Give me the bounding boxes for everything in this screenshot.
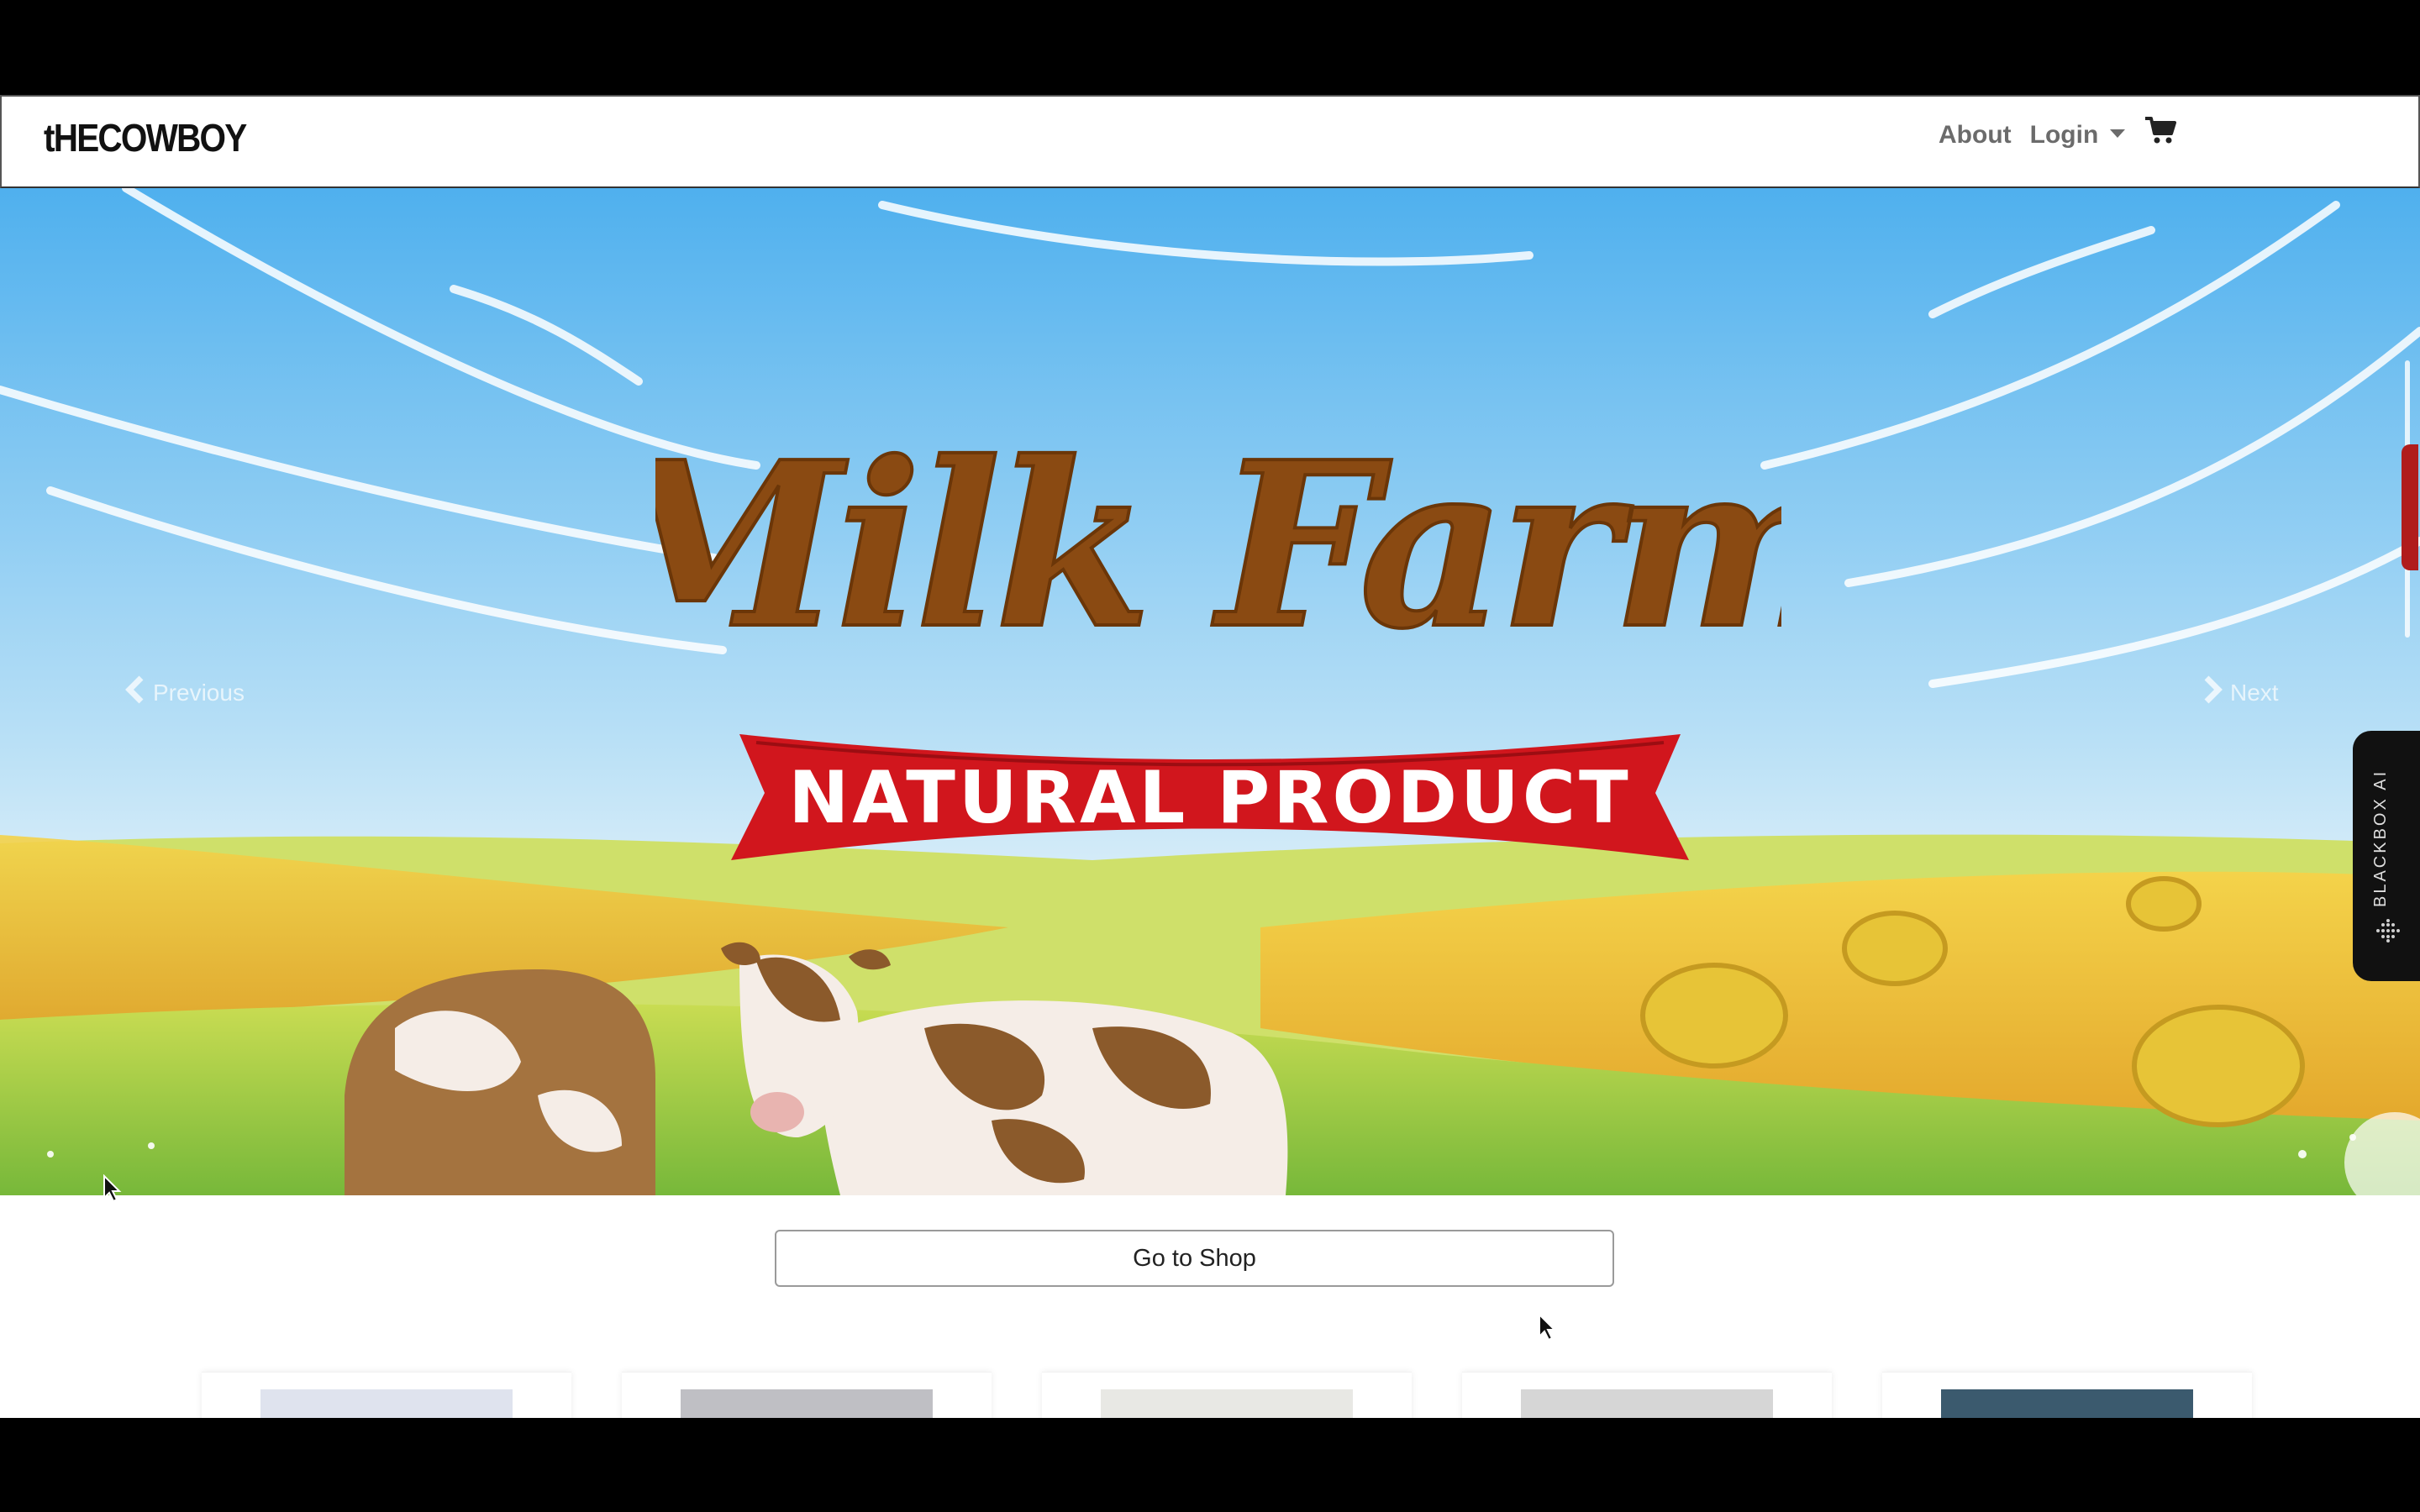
nav-login-dropdown[interactable]: Login bbox=[2030, 121, 2126, 150]
product-card[interactable] bbox=[1882, 1372, 2252, 1418]
mouse-cursor-icon bbox=[103, 1174, 122, 1203]
hero-title: Milk Farm bbox=[582, 398, 1854, 701]
product-card[interactable] bbox=[622, 1372, 992, 1418]
go-to-shop-button[interactable]: Go to Shop bbox=[775, 1230, 1614, 1287]
nav-about-link[interactable]: About bbox=[1939, 121, 2012, 150]
scroll-thumb[interactable] bbox=[2402, 444, 2418, 570]
product-card[interactable] bbox=[1042, 1372, 1412, 1418]
letterbox-bottom bbox=[0, 1418, 2420, 1512]
product-card-list bbox=[202, 1372, 2252, 1418]
hero-title-text: Milk Farm bbox=[655, 412, 1781, 679]
chevron-left-icon bbox=[124, 675, 146, 710]
navbar: tHECOWBOY About Login bbox=[0, 95, 2420, 188]
carousel-next-button[interactable]: Next bbox=[2202, 675, 2279, 710]
carousel-next-label: Next bbox=[2230, 679, 2279, 706]
carousel-previous-button[interactable]: Previous bbox=[124, 675, 245, 710]
nav-links: About Login bbox=[1939, 117, 2177, 150]
product-thumbnail bbox=[260, 1389, 513, 1418]
chevron-right-icon bbox=[2202, 675, 2223, 710]
product-thumbnail bbox=[1521, 1389, 1773, 1418]
brand-logo[interactable]: tHECOWBOY bbox=[44, 115, 247, 160]
product-card[interactable] bbox=[202, 1372, 571, 1418]
nav-login-label: Login bbox=[2029, 121, 2099, 149]
product-card[interactable] bbox=[1462, 1372, 1832, 1418]
caret-down-icon bbox=[2110, 129, 2126, 139]
carousel-previous-label: Previous bbox=[153, 679, 245, 706]
shopping-cart-icon[interactable] bbox=[2144, 115, 2177, 145]
letterbox-top bbox=[0, 0, 2420, 95]
page: tHECOWBOY About Login ilk Far NATURAL PR… bbox=[0, 95, 2420, 1418]
product-thumbnail bbox=[1101, 1389, 1353, 1418]
blackbox-ai-label: BLACKBOX AI bbox=[2371, 769, 2390, 907]
hero-ribbon: NATURAL PRODUCT bbox=[723, 717, 1697, 869]
blackbox-ai-widget[interactable]: BLACKBOX AI bbox=[2353, 731, 2420, 981]
mouse-cursor-icon bbox=[1539, 1313, 1557, 1341]
product-thumbnail bbox=[1941, 1389, 2193, 1418]
product-thumbnail bbox=[681, 1389, 933, 1418]
hero-carousel: Milk Farm NATURAL PRODUCT Previous Next bbox=[0, 188, 2420, 1195]
dots-logo-icon bbox=[2376, 919, 2400, 942]
hero-ribbon-text: NATURAL PRODUCT bbox=[788, 756, 1631, 840]
